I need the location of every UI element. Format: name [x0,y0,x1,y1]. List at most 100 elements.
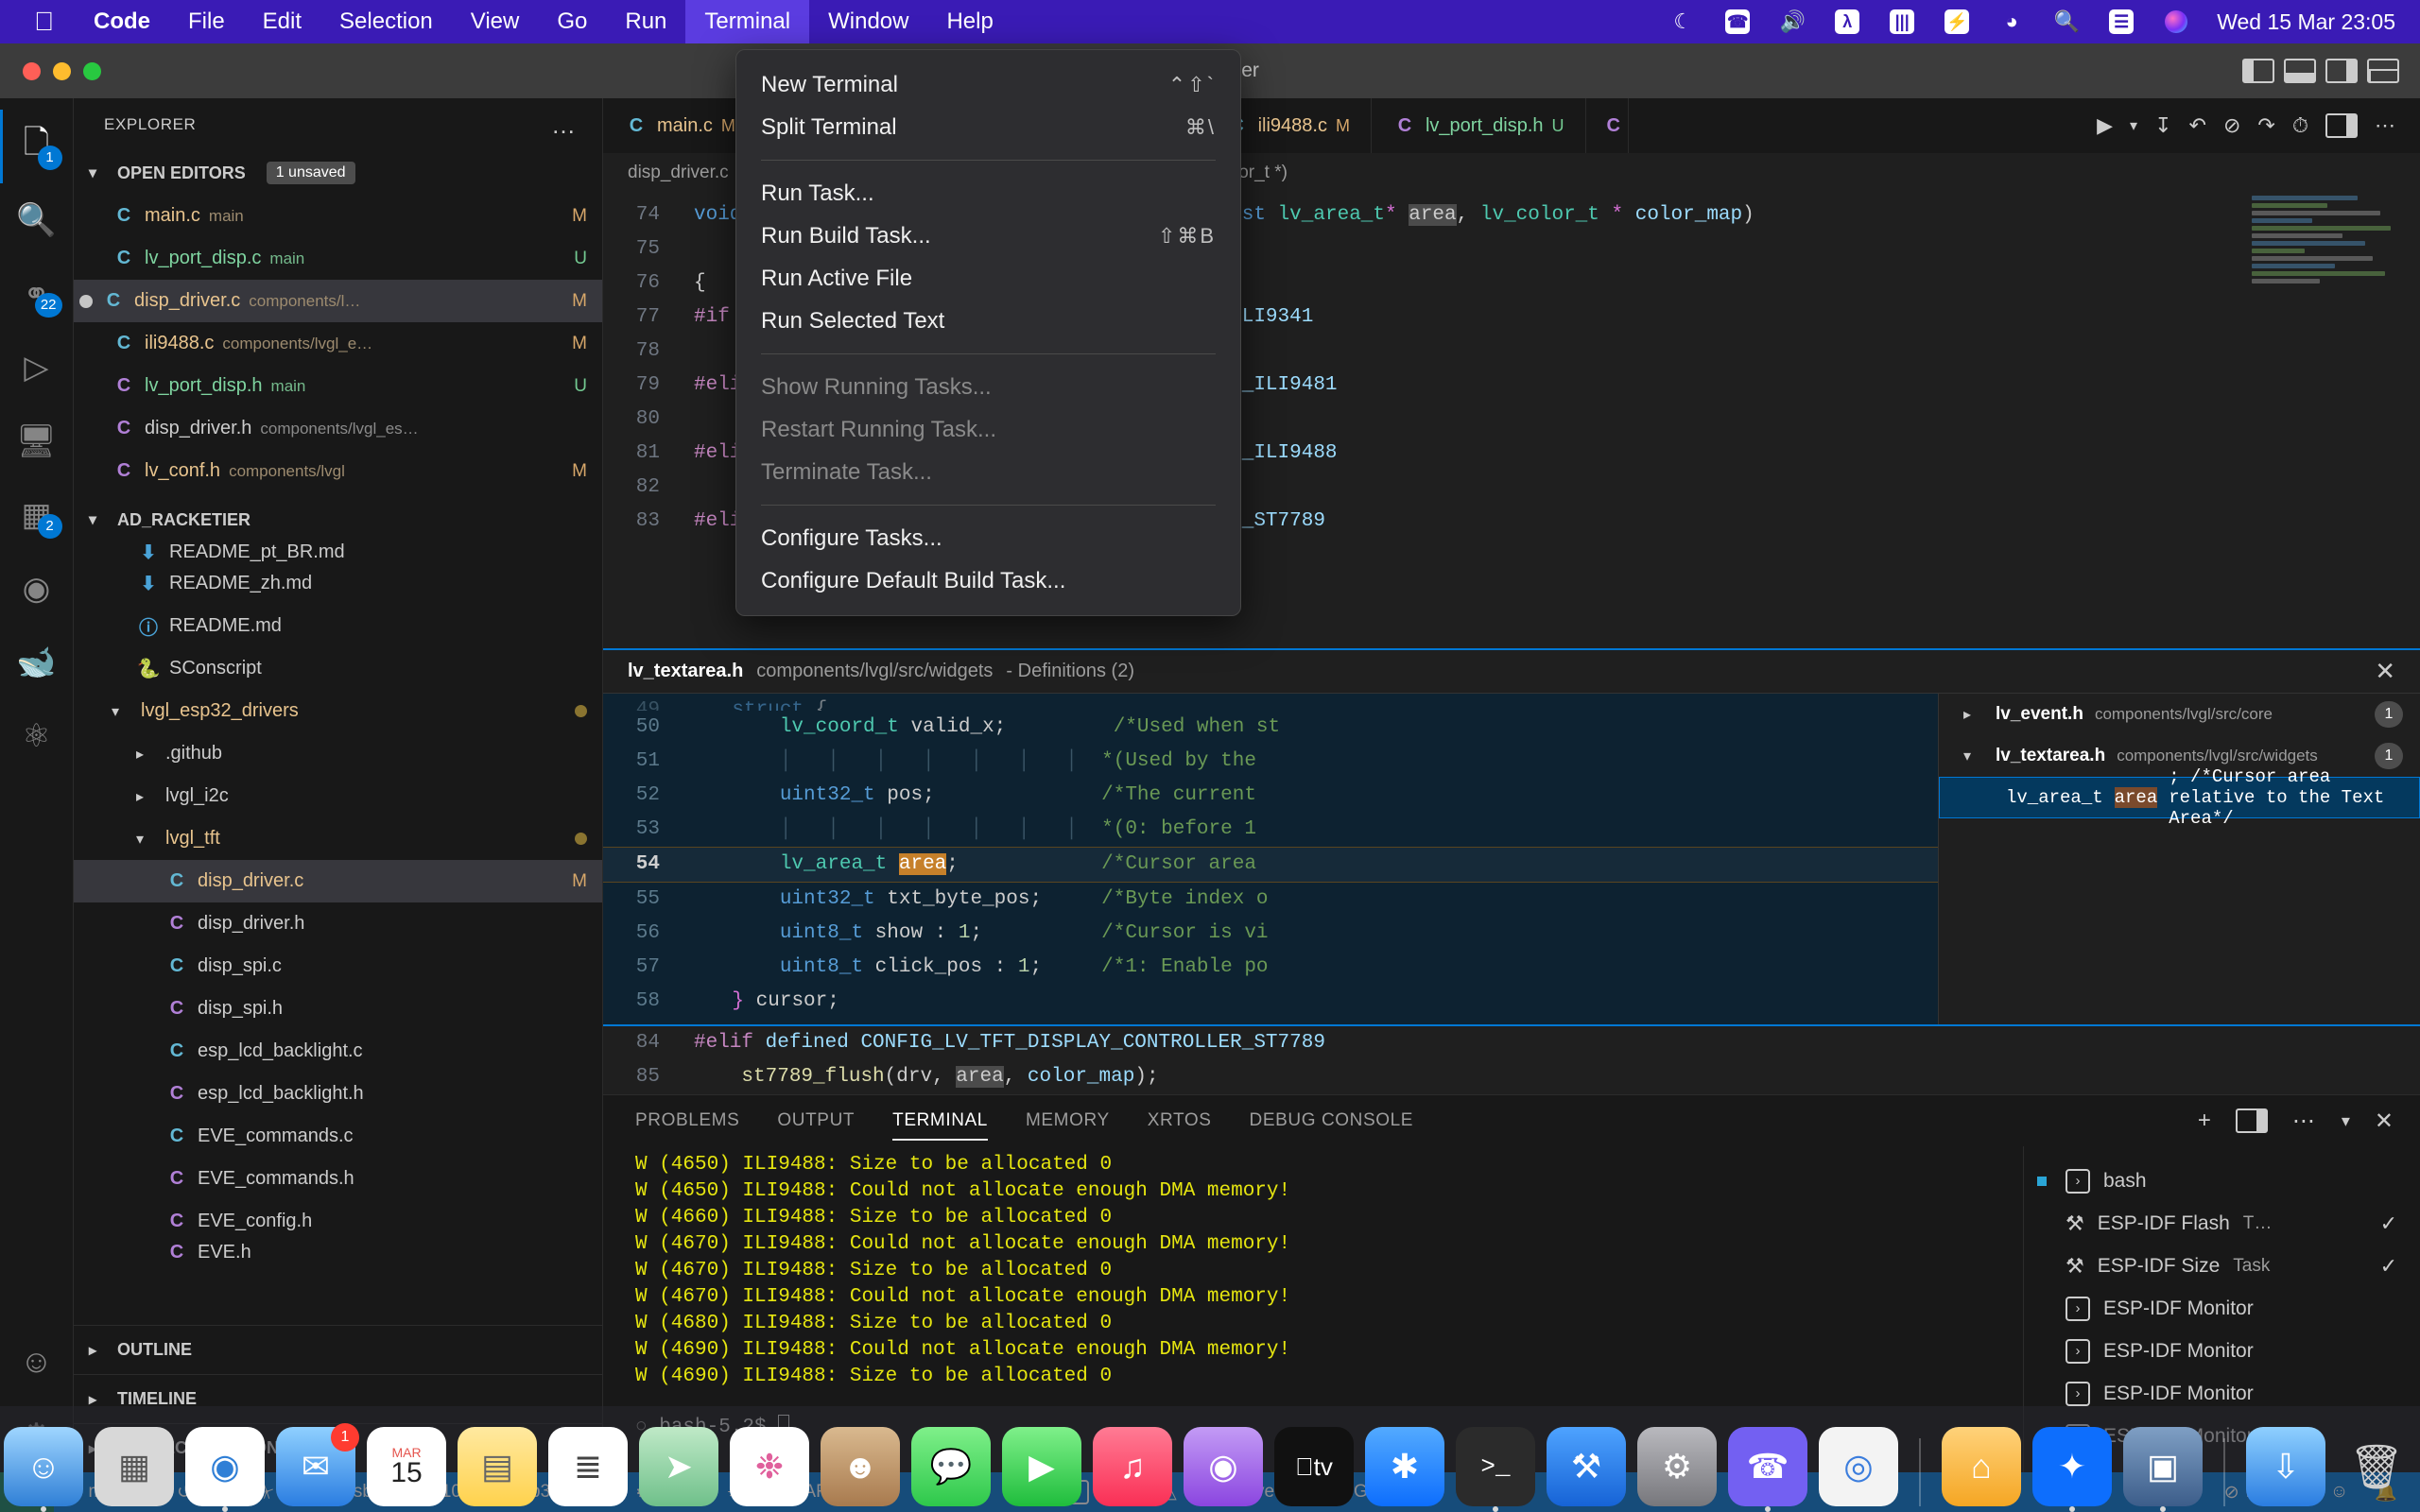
dock-item-system-settings[interactable]: ⚙ [1637,1427,1717,1506]
outline-section-header[interactable]: ▸ OUTLINE [74,1325,602,1374]
split-terminal-icon[interactable] [2235,1108,2268,1133]
peek-result-entry[interactable]: lv_area_t area ; /*Cursor area relative … [1939,766,2420,829]
close-window-button[interactable] [23,61,41,80]
close-icon[interactable]: ✕ [2375,657,2395,686]
dock-item-finder[interactable]: ☺ [4,1427,83,1512]
dock-item-reminders[interactable]: ≣ [548,1427,628,1506]
more-actions-icon[interactable]: ⋯ [2375,113,2397,138]
menu-view[interactable]: View [452,0,539,43]
minimize-window-button[interactable] [53,61,71,80]
menu-item-run-build-task[interactable]: Run Build Task... ⇧⌘B [736,215,1240,257]
dock-item-app-store[interactable]: ✱ [1365,1427,1444,1506]
menu-edit[interactable]: Edit [244,0,320,43]
chevron-down-icon[interactable]: ▾ [1963,747,1984,765]
dock-item-messages[interactable]: 💬 [911,1427,991,1506]
open-editors-header[interactable]: ▾ OPEN EDITORS 1 unsaved [74,151,602,195]
dock-item-notes[interactable]: ▤ [458,1427,537,1506]
list-item[interactable]: C EVE.h [74,1243,602,1262]
dock-item-podcasts[interactable]: ◉ [1184,1427,1263,1506]
list-item[interactable]: C disp_spi.h [74,988,602,1030]
control-center-icon[interactable]: ☰ [2094,0,2149,43]
tab-debug-console[interactable]: DEBUG CONSOLE [1250,1095,1414,1146]
sidebar-item-platformio[interactable]: ⚛ [0,699,74,773]
menu-item-run-selected-text[interactable]: Run Selected Text [736,300,1240,342]
dock-item-viber[interactable]: ☎ [1728,1427,1807,1512]
toggle-primary-sidebar-icon[interactable] [2242,59,2274,83]
list-item[interactable]: C esp_lcd_backlight.c [74,1030,602,1073]
apple-menu-icon[interactable]:  [0,0,75,43]
search-icon[interactable]: 🔍 [2039,0,2094,43]
toggle-secondary-sidebar-icon[interactable] [2325,59,2358,83]
battery-meter-icon[interactable]: ||| [1875,0,1929,43]
menu-item-new-terminal[interactable]: New Terminal ⌃⇧` [736,63,1240,106]
split-back-icon[interactable]: ↶ [2189,113,2206,138]
menu-item-configure-tasks[interactable]: Configure Tasks... [736,517,1240,559]
list-item[interactable]: C ili9488.c components/lvgl_e… M [74,322,602,365]
dock-item-preview[interactable]: ◎ [1819,1427,1898,1506]
tab-output[interactable]: OUTPUT [777,1095,855,1146]
sidebar-item-source-control[interactable]: ⚭ 22 [0,257,74,331]
dock-item-mail[interactable]: ✉ 1 [276,1423,359,1506]
list-item[interactable]: C EVE_commands.c [74,1115,602,1158]
menu-selection[interactable]: Selection [320,0,452,43]
dock-item-apple-tv[interactable]: tv [1274,1427,1354,1506]
tab-main-c[interactable]: C main.c M [603,98,757,153]
arrow-right-icon[interactable]: ↷ [2257,113,2274,138]
terminal-instance[interactable]: ⚒ ESP-IDF Size Task ✓ [2024,1245,2420,1287]
sidebar-item-run-and-debug[interactable]: ▷ [0,331,74,404]
list-item[interactable]: ⬇ README_zh.md [74,562,602,605]
list-item[interactable]: C disp_driver.c components/l… M [74,280,602,322]
moon-icon[interactable]: ☾ [1655,0,1710,43]
dock-item-contacts[interactable]: ☻ [821,1427,900,1506]
breadcrumb-file[interactable]: disp_driver.c [628,163,729,183]
siri-icon[interactable] [2149,0,2204,43]
list-item[interactable]: C lv_conf.h components/lvgl M [74,450,602,492]
dock-item-calendar[interactable]: MAR 15 [367,1427,446,1506]
sidebar-item-esp-idf[interactable]: ◉ [0,552,74,626]
tab-disp-driver-h[interactable]: C [1585,98,1629,153]
dock-item-music[interactable]: ♫ [1093,1427,1172,1506]
tab-lv-port-disp-h[interactable]: C lv_port_disp.h U [1371,98,1586,153]
menu-go[interactable]: Go [538,0,606,43]
more-actions-icon[interactable]: ⋯ [2292,1108,2317,1135]
list-item[interactable]: C main.c main M [74,195,602,237]
peek-code-preview[interactable]: 49 struct {50 lv_coord_t valid_x; /*Used… [603,694,1938,1024]
volume-icon[interactable]: 🔊 [1765,0,1820,43]
dock-item-terminal[interactable]: >_ [1456,1427,1535,1512]
viber-icon[interactable]: ☎ [1710,0,1765,43]
more-actions-icon[interactable]: … [551,111,578,140]
list-item[interactable]: C disp_driver.h components/lvgl_es… [74,407,602,450]
sidebar-item-extensions[interactable]: ▦ 2 [0,478,74,552]
chevron-right-icon[interactable]: ▸ [1963,705,1984,724]
add-terminal-icon[interactable]: + [2198,1108,2211,1134]
sidebar-item-docker[interactable]: 🐋 [0,626,74,699]
clock-icon[interactable]: ⏱ [2292,113,2308,138]
terminal-instance[interactable]: ⚒ ESP-IDF Flash T… ✓ [2024,1202,2420,1245]
terminal-instance[interactable]: › ESP-IDF Monitor [2024,1287,2420,1330]
sidebar-item-search[interactable]: 🔍 [0,183,74,257]
run-icon[interactable]: ▶ [2097,113,2113,138]
dock-item-maps[interactable]: ➤ [639,1427,718,1506]
tab-problems[interactable]: PROBLEMS [635,1095,739,1146]
peek-result-group[interactable]: ▸ lv_event.h components/lvgl/src/core 1 [1939,694,2420,735]
list-item[interactable]: 🐍 SConscript [74,647,602,690]
tab-terminal[interactable]: TERMINAL [892,1095,988,1146]
menu-item-run-active-file[interactable]: Run Active File [736,257,1240,300]
list-item[interactable]: C lv_port_disp.h main U [74,365,602,407]
dock-item-downloads[interactable]: ⇩ [2246,1427,2325,1506]
list-item[interactable]: ⬇ README_pt_BR.md [74,541,602,562]
list-item[interactable]: ▾ lvgl_tft [74,817,602,860]
wifi-icon[interactable]: ◕ [1984,0,2039,43]
list-item[interactable]: C disp_driver.c M [74,860,602,902]
dock-item-home[interactable]: ⌂ [1942,1427,2021,1506]
customize-layout-icon[interactable] [2367,59,2399,83]
terminal-instance[interactable]: › bash [2024,1160,2420,1202]
sidebar-item-remote-explorer[interactable]: 🖥 [0,404,74,478]
split-editor-icon[interactable] [2325,113,2358,138]
tab-xrtos[interactable]: XRTOS [1148,1095,1212,1146]
list-item[interactable]: C disp_spi.c [74,945,602,988]
menu-code[interactable]: Code [75,0,169,43]
circle-slash-icon[interactable]: ⊘ [2223,113,2240,138]
list-item[interactable]: C lv_port_disp.c main U [74,237,602,280]
menu-terminal[interactable]: Terminal [685,0,810,43]
